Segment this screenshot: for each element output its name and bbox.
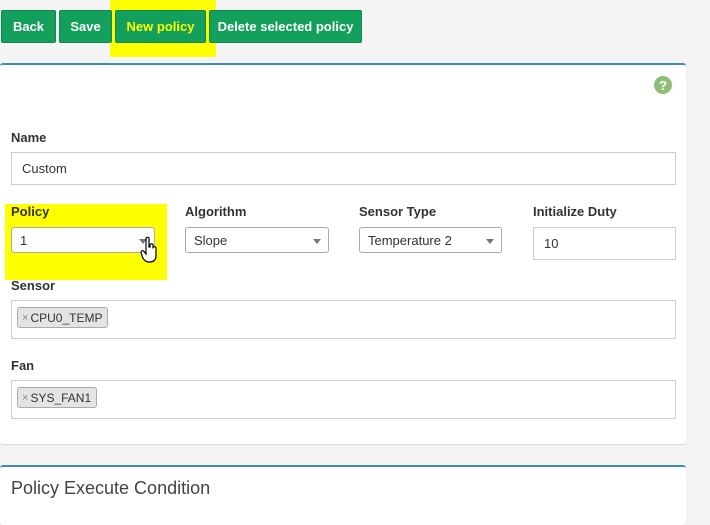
- back-button[interactable]: Back: [1, 10, 56, 43]
- policy-select[interactable]: 1: [11, 227, 155, 253]
- close-icon[interactable]: ×: [22, 392, 28, 404]
- initialize-duty-label: Initialize Duty: [533, 204, 617, 219]
- fan-label: Fan: [11, 358, 35, 373]
- toolbar: Back Save New policy Delete selected pol…: [0, 0, 710, 58]
- hand-cursor-icon: [140, 236, 157, 263]
- sensor-type-select[interactable]: Temperature 2: [359, 227, 502, 253]
- algorithm-select[interactable]: Slope: [185, 227, 329, 253]
- name-label: Name: [11, 130, 47, 145]
- fan-multiselect[interactable]: [11, 380, 676, 419]
- question-circle-icon[interactable]: ?: [654, 76, 672, 94]
- algorithm-label: Algorithm: [185, 204, 247, 219]
- initialize-duty-input[interactable]: 10: [533, 227, 676, 260]
- sensor-multiselect[interactable]: [11, 300, 676, 339]
- new-policy-button[interactable]: New policy: [115, 10, 206, 43]
- sensor-tag[interactable]: × CPU0_TEMP: [17, 307, 109, 328]
- chevron-down-icon: [313, 239, 321, 244]
- chevron-down-icon: [486, 239, 494, 244]
- name-input[interactable]: Custom: [11, 152, 676, 185]
- save-button[interactable]: Save: [59, 10, 112, 43]
- policy-label: Policy: [11, 204, 50, 219]
- sensor-label: Sensor: [11, 278, 56, 293]
- panel-title: Policy Execute Condition: [11, 478, 211, 498]
- sensor-type-label: Sensor Type: [359, 204, 437, 219]
- fan-tag[interactable]: × SYS_FAN1: [17, 387, 98, 408]
- initialize-duty-value: 10: [544, 236, 559, 251]
- close-icon[interactable]: ×: [22, 312, 28, 324]
- sensor-tag-label: CPU0_TEMP: [30, 310, 103, 325]
- name-input-value: Custom: [22, 161, 67, 176]
- policy-select-value: 1: [20, 232, 28, 248]
- sensor-type-select-value: Temperature 2: [368, 232, 452, 248]
- delete-selected-policy-button[interactable]: Delete selected policy: [209, 10, 362, 43]
- fan-tag-label: SYS_FAN1: [30, 390, 92, 405]
- algorithm-select-value: Slope: [194, 232, 228, 248]
